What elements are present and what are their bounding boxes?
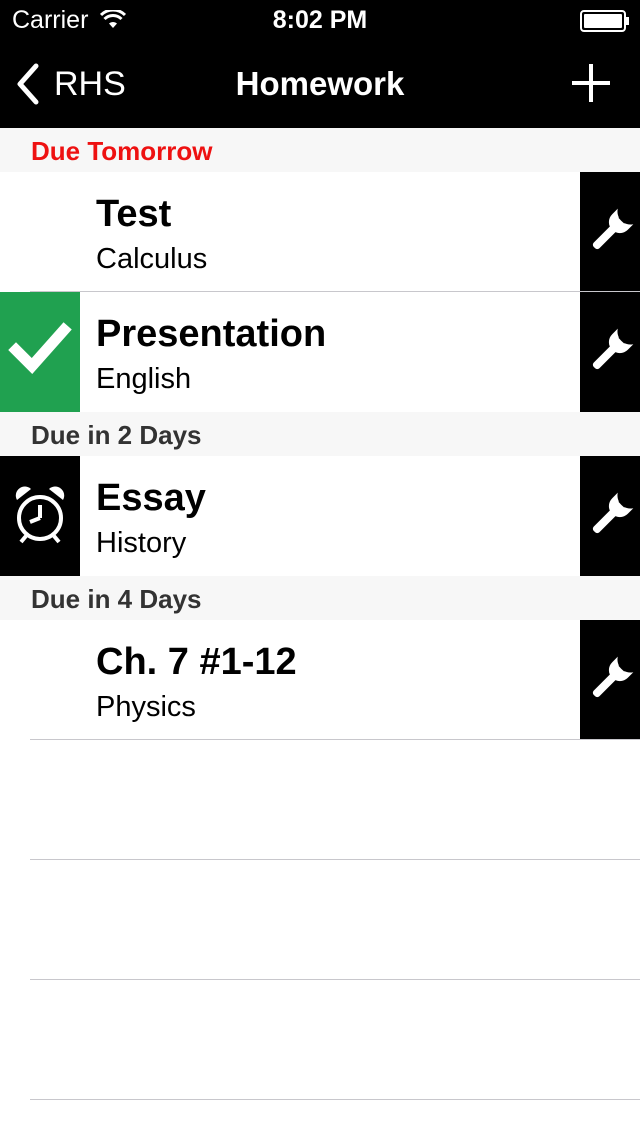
empty-row-separator: [30, 859, 640, 860]
section-title: Due in 2 Days: [31, 420, 202, 450]
homework-row-test[interactable]: Test Calculus: [0, 172, 640, 292]
row-separator: [30, 739, 640, 740]
homework-title: Essay: [96, 477, 206, 519]
empty-row-separator: [30, 979, 640, 980]
edit-button[interactable]: [580, 620, 640, 740]
section-title: Due Tomorrow: [31, 136, 213, 166]
alarm-clock-icon: [15, 486, 65, 544]
homework-subject: Calculus: [96, 243, 208, 275]
status-cell[interactable]: [0, 172, 80, 292]
homework-row-essay[interactable]: Essay History: [0, 456, 640, 576]
navigation-bar: RHS Homework: [0, 40, 640, 128]
empty-row-separator: [30, 1099, 640, 1100]
wrench-icon: [592, 328, 634, 370]
section-header-due-in-4-days: Due in 4 Days: [0, 576, 640, 620]
edit-button[interactable]: [580, 292, 640, 412]
edit-button[interactable]: [580, 456, 640, 576]
status-bar: Carrier 8:02 PM: [0, 0, 640, 40]
homework-subject: Physics: [96, 691, 196, 723]
homework-subject: English: [96, 363, 192, 395]
homework-title: Ch. 7 #1-12: [96, 641, 297, 683]
battery-icon: [580, 10, 629, 32]
wrench-icon: [592, 492, 634, 534]
edit-button[interactable]: [580, 172, 640, 292]
section-header-due-in-2-days: Due in 2 Days: [0, 412, 640, 456]
plus-icon[interactable]: [568, 60, 614, 106]
section-header-due-tomorrow: Due Tomorrow: [0, 128, 640, 172]
status-time: 8:02 PM: [272, 6, 368, 34]
status-cell-reminder[interactable]: [0, 456, 80, 576]
homework-subject: History: [96, 527, 187, 559]
status-cell[interactable]: [0, 620, 80, 740]
homework-row-presentation[interactable]: Presentation English: [0, 292, 640, 412]
checkmark-icon: [8, 322, 72, 375]
status-cell-done[interactable]: [0, 292, 80, 412]
homework-title: Presentation: [96, 313, 327, 355]
wrench-icon: [592, 208, 634, 250]
homework-row-physics[interactable]: Ch. 7 #1-12 Physics: [0, 620, 640, 740]
wrench-icon: [592, 656, 634, 698]
section-title: Due in 4 Days: [31, 584, 202, 614]
homework-title: Test: [96, 193, 172, 235]
page-title: Homework: [235, 65, 405, 102]
